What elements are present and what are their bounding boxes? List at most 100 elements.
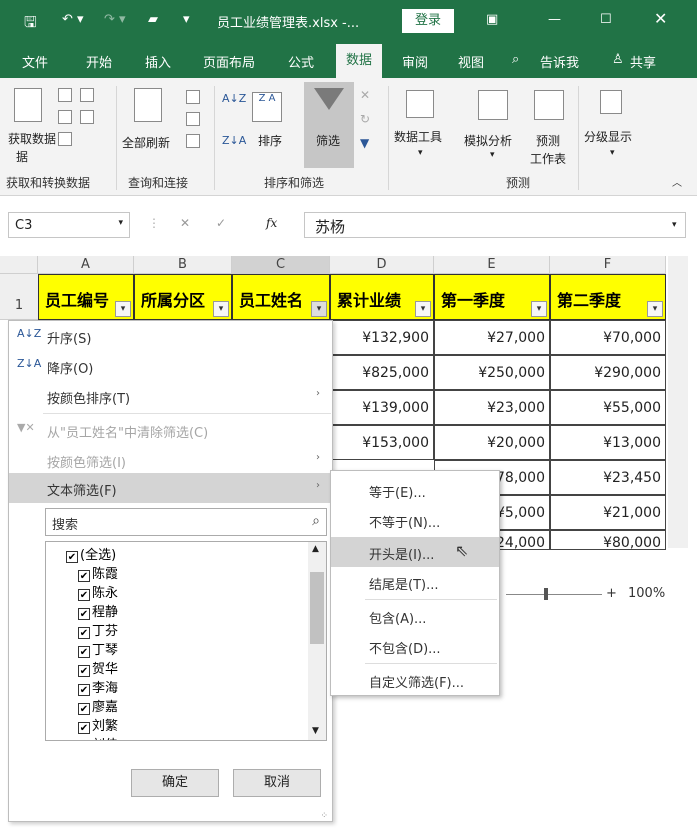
row-header[interactable]: 1: [0, 274, 38, 320]
header-cell[interactable]: 员工姓名 ▾: [232, 274, 330, 320]
checkbox[interactable]: ✔: [78, 722, 90, 734]
refresh-all-button[interactable]: 全部刷新: [122, 134, 170, 151]
select-all-corner[interactable]: [0, 256, 38, 274]
list-item[interactable]: ✔ 贺华: [78, 658, 118, 677]
what-if-button[interactable]: 模拟分析: [464, 132, 512, 149]
minimize-icon[interactable]: —: [548, 12, 561, 27]
cancel-button[interactable]: 取消: [233, 769, 321, 797]
data-tools-button[interactable]: 数据工具: [394, 128, 442, 145]
from-text-icon[interactable]: [58, 88, 72, 102]
list-item[interactable]: ✔ 丁琴: [78, 639, 118, 658]
list-item[interactable]: ✔ 丁芬: [78, 620, 118, 639]
ok-button[interactable]: 确定: [131, 769, 219, 797]
column-header[interactable]: E: [434, 256, 550, 274]
maximize-icon[interactable]: ☐: [600, 12, 612, 27]
tab-tell-me[interactable]: 告诉我: [540, 52, 579, 71]
list-item[interactable]: ✔刘佳: [78, 734, 118, 740]
enter-icon[interactable]: ✓: [216, 216, 226, 230]
fx-icon[interactable]: fx: [266, 216, 277, 230]
table-cell[interactable]: ¥290,000: [550, 355, 666, 390]
properties-icon[interactable]: [186, 112, 200, 126]
table-cell[interactable]: ¥55,000: [550, 390, 666, 425]
submenu-ends-with[interactable]: 结尾是(T)...: [331, 567, 499, 597]
filter-value-list[interactable]: ✔ (全选) ✔ 陈霞 ✔ 陈永 ✔ 程静 ✔ 丁芬 ✔ 丁琴 ✔ 贺华 ✔ 李海 ✔ 廖嘉 ✔ 刘…: [45, 541, 327, 741]
table-cell[interactable]: ¥139,000: [330, 390, 434, 425]
list-item[interactable]: ✔ 廖嘉: [78, 696, 118, 715]
list-item[interactable]: ✔ 刘繁: [78, 715, 118, 734]
search-input[interactable]: 搜索 ⌕: [45, 508, 327, 536]
table-cell[interactable]: ¥20,000: [434, 425, 550, 460]
table-cell[interactable]: ¥23,450: [550, 460, 666, 495]
table-cell[interactable]: ¥27,000: [434, 320, 550, 355]
zoom-slider[interactable]: [506, 594, 602, 595]
checkbox[interactable]: ✔: [78, 589, 90, 601]
name-box[interactable]: C3 ▾: [8, 212, 130, 238]
chevron-down-icon[interactable]: ▼: [312, 726, 319, 736]
menu-clear-filter[interactable]: ▼✕ 从"员工姓名"中清除筛选(C): [9, 415, 332, 445]
table-cell[interactable]: ¥825,000: [330, 355, 434, 390]
open-icon[interactable]: ▰: [148, 12, 158, 27]
table-cell[interactable]: ¥70,000: [550, 320, 666, 355]
ribbon-display-icon[interactable]: ▣: [486, 12, 498, 27]
table-cell[interactable]: ¥13,000: [550, 425, 666, 460]
zoom-in-icon[interactable]: +: [606, 586, 617, 601]
recent-sources-icon[interactable]: [80, 110, 94, 124]
tab-insert[interactable]: 插入: [145, 52, 171, 71]
column-header[interactable]: D: [330, 256, 434, 274]
sort-button[interactable]: 排序: [258, 132, 282, 149]
checkbox[interactable]: ✔: [78, 646, 90, 658]
submenu-equals[interactable]: 等于(E)...: [331, 475, 499, 505]
sort-desc-icon[interactable]: Z↓A: [222, 134, 246, 147]
chevron-down-icon[interactable]: ▾: [118, 218, 123, 228]
forecast-sheet-button[interactable]: 工作表: [530, 150, 566, 167]
menu-sort-ascending[interactable]: A↓Z 升序(S): [9, 321, 332, 351]
header-cell[interactable]: 第一季度 ▾: [434, 274, 550, 320]
tab-file[interactable]: 文件: [22, 52, 48, 71]
table-cell[interactable]: ¥80,000: [550, 530, 666, 551]
checkbox[interactable]: ✔: [78, 684, 90, 696]
cancel-icon[interactable]: ✕: [180, 216, 190, 230]
formula-input[interactable]: 苏杨: [304, 212, 686, 238]
save-icon[interactable]: 🖫: [24, 12, 37, 37]
tab-home[interactable]: 开始: [86, 52, 112, 71]
filter-button[interactable]: 筛选: [304, 82, 354, 168]
menu-sort-by-color[interactable]: 按颜色排序(T) ›: [9, 381, 332, 411]
menu-sort-descending[interactable]: Z↓A 降序(O): [9, 351, 332, 381]
submenu-not-equals[interactable]: 不等于(N)...: [331, 505, 499, 535]
undo-icon[interactable]: ↶ ▾: [62, 12, 84, 27]
table-cell[interactable]: ¥23,000: [434, 390, 550, 425]
submenu-not-contains[interactable]: 不包含(D)...: [331, 631, 499, 661]
table-cell[interactable]: ¥153,000: [330, 425, 434, 460]
header-cell[interactable]: 累计业绩 ▾: [330, 274, 434, 320]
advanced-filter-icon[interactable]: ▼: [360, 136, 369, 150]
tab-formulas[interactable]: 公式: [288, 52, 314, 71]
table-cell[interactable]: ¥250,000: [434, 355, 550, 390]
scrollbar-thumb[interactable]: [310, 572, 324, 644]
customize-qat-icon[interactable]: ▾: [183, 12, 190, 27]
submenu-custom-filter[interactable]: 自定义筛选(F)...: [331, 665, 499, 695]
header-cell[interactable]: 第二季度 ▾: [550, 274, 666, 320]
checkbox[interactable]: ✔: [78, 627, 90, 639]
tab-review[interactable]: 审阅: [402, 52, 428, 71]
table-cell[interactable]: ¥21,000: [550, 495, 666, 530]
tab-share[interactable]: 共享: [630, 52, 656, 71]
clear-filter-icon[interactable]: ✕: [360, 88, 370, 102]
filter-dropdown-icon[interactable]: ▾: [415, 301, 431, 317]
queries-icon[interactable]: [186, 90, 200, 104]
close-icon[interactable]: ✕: [654, 9, 667, 28]
header-cell[interactable]: 所属分区 ▾: [134, 274, 232, 320]
edit-links-icon[interactable]: [186, 134, 200, 148]
tab-view[interactable]: 视图: [458, 52, 484, 71]
vertical-scrollbar[interactable]: [668, 256, 688, 548]
redo-icon[interactable]: ↷ ▾: [104, 12, 126, 27]
zoom-level[interactable]: 100%: [628, 586, 665, 601]
list-scrollbar[interactable]: ▲ ▼: [308, 542, 326, 740]
filter-dropdown-icon[interactable]: ▾: [647, 301, 663, 317]
outline-button[interactable]: 分级显示: [584, 128, 632, 145]
menu-text-filters[interactable]: 文本筛选(F) ›: [9, 473, 332, 503]
menu-filter-by-color[interactable]: 按颜色筛选(I) ›: [9, 445, 332, 475]
column-header[interactable]: A: [38, 256, 134, 274]
filter-dropdown-icon[interactable]: ▾: [311, 301, 327, 317]
checkbox[interactable]: ✔: [66, 551, 78, 563]
zoom-slider-thumb[interactable]: [544, 588, 548, 600]
